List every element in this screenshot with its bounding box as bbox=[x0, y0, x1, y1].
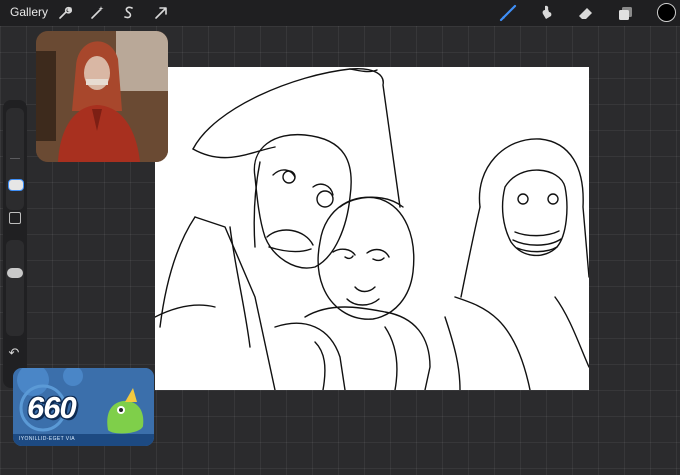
slider-tick bbox=[10, 158, 20, 159]
brush-size-handle[interactable] bbox=[8, 179, 24, 191]
opacity-slider[interactable] bbox=[6, 240, 24, 336]
adjustments-wand-icon[interactable] bbox=[87, 3, 107, 23]
viewer-count-number: 660 bbox=[27, 390, 77, 425]
top-toolbar: Gallery bbox=[0, 0, 680, 26]
drawing-canvas[interactable] bbox=[155, 67, 589, 390]
transform-arrow-icon[interactable] bbox=[151, 3, 171, 23]
brush-size-slider[interactable] bbox=[6, 108, 24, 210]
opacity-handle[interactable] bbox=[7, 268, 23, 278]
brush-icon[interactable] bbox=[498, 3, 518, 23]
color-picker-button[interactable] bbox=[657, 3, 676, 22]
eraser-icon[interactable] bbox=[576, 3, 596, 23]
viewer-count-badge: 660 IYONILLID-EGET VIA bbox=[13, 368, 154, 446]
actions-wrench-icon[interactable] bbox=[55, 3, 75, 23]
layers-icon[interactable] bbox=[616, 3, 636, 23]
reference-photo[interactable] bbox=[36, 31, 168, 162]
left-sidebar: ↶ bbox=[3, 100, 27, 388]
selection-s-icon[interactable] bbox=[119, 3, 139, 23]
modify-button[interactable] bbox=[9, 212, 21, 224]
reference-image bbox=[36, 31, 168, 162]
badge-caption: IYONILLID-EGET VIA bbox=[19, 436, 76, 442]
gallery-button[interactable]: Gallery bbox=[10, 5, 48, 19]
undo-button[interactable]: ↶ bbox=[6, 346, 22, 360]
sketch-artwork bbox=[155, 68, 589, 390]
smudge-icon[interactable] bbox=[536, 3, 556, 23]
